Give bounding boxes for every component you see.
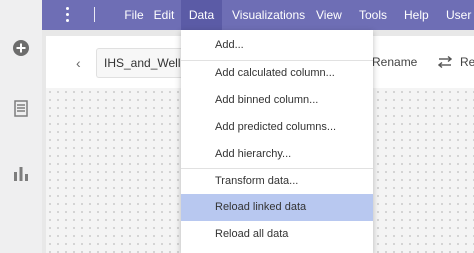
tab-title-box[interactable]: IHS_and_WellHe — [96, 48, 183, 78]
menu-item-add-calculated-column[interactable]: Add calculated column... — [181, 60, 373, 87]
menu-item-add-hierarchy[interactable]: Add hierarchy... — [181, 141, 373, 168]
menu-item-reload-linked-data[interactable]: Reload linked data — [181, 194, 373, 221]
menu-view[interactable]: View — [316, 0, 346, 30]
menu-edit[interactable]: Edit — [146, 0, 182, 30]
menu-tools[interactable]: Tools — [359, 0, 393, 30]
tab-title: IHS_and_WellHe — [104, 56, 183, 70]
menu-item-add-binned-column[interactable]: Add binned column... — [181, 87, 373, 114]
menu-user[interactable]: User — [446, 0, 474, 30]
menu-item-transform-data[interactable]: Transform data... — [181, 168, 373, 195]
swap-icon[interactable] — [438, 55, 452, 69]
menu-help[interactable]: Help — [404, 0, 434, 30]
menu-item-add-predicted-columns[interactable]: Add predicted columns... — [181, 114, 373, 141]
data-dropdown-menu: Add... Add calculated column... Add binn… — [181, 30, 373, 253]
menu-item-add[interactable]: Add... — [181, 32, 373, 59]
kebab-menu-icon[interactable] — [64, 7, 70, 23]
menu-item-reload-all-data[interactable]: Reload all data — [181, 221, 373, 248]
plus-circle-icon[interactable] — [11, 38, 31, 58]
document-icon[interactable] — [11, 98, 31, 118]
menu-bar: File Edit Data Visualizations View Tools… — [42, 0, 474, 30]
menu-data[interactable]: Data — [181, 0, 222, 30]
menu-separator — [94, 7, 95, 22]
chevron-left-icon[interactable]: ‹ — [76, 55, 81, 71]
left-rail — [0, 0, 42, 253]
rename-button[interactable]: Rename — [372, 55, 417, 69]
bar-chart-icon[interactable] — [11, 163, 31, 183]
re-button[interactable]: Re — [460, 55, 474, 69]
menu-visualizations[interactable]: Visualizations — [232, 0, 320, 30]
